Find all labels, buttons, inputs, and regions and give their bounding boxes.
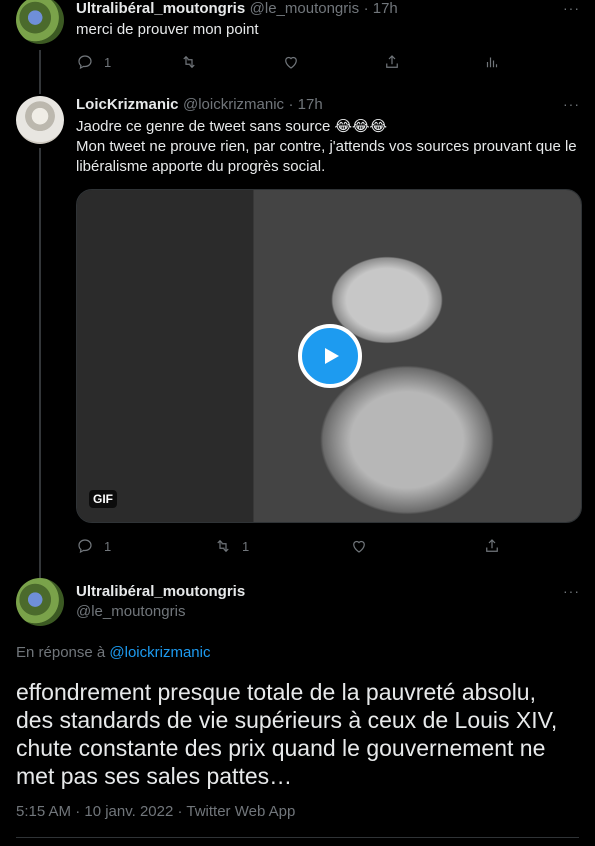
reply-count: 1	[104, 54, 112, 70]
retweet-icon	[183, 55, 195, 69]
reply-context: En réponse à @loickrizmanic	[16, 644, 210, 661]
play-icon	[325, 348, 339, 364]
share-icon	[386, 55, 398, 68]
share-icon	[486, 539, 498, 552]
more-options-button[interactable]: ···	[563, 96, 580, 112]
avatar[interactable]	[16, 578, 64, 626]
retweet-count: 1	[242, 538, 250, 554]
retweet-icon	[217, 539, 229, 553]
like-icon	[285, 56, 297, 69]
tweet-header: LoicKrizmanic @loickrizmanic · 17h	[76, 96, 323, 114]
reply-button[interactable]: 1	[76, 537, 111, 555]
author-handle[interactable]: @le_moutongris	[250, 0, 359, 17]
author-name[interactable]: Ultralibéral_moutongris	[76, 583, 245, 600]
tweet-header: Ultralibéral_moutongris @le_moutongris ·…	[76, 0, 398, 18]
more-options-button[interactable]: ···	[563, 0, 580, 16]
share-button[interactable]	[383, 53, 401, 71]
gif-badge: GIF	[89, 490, 117, 508]
tweet-text-line: Jaodre ce genre de tweet sans source 😂😂😂	[76, 118, 388, 135]
divider	[16, 837, 579, 838]
tweet-time[interactable]: · 17h	[289, 96, 323, 113]
author-handle[interactable]: @le_moutongris	[76, 603, 185, 620]
tweet-text-line: libéralisme apporte du progrès social.	[76, 158, 326, 175]
author-name[interactable]: LoicKrizmanic	[76, 96, 179, 113]
main-tweet-line: met pas ses sales pattes…	[16, 763, 293, 789]
reply-icon	[78, 539, 92, 554]
reply-to-link[interactable]: @loickrizmanic	[109, 644, 210, 661]
tweet-text: merci de prouver mon point	[76, 21, 259, 38]
tweet-text-line: Mon tweet ne prouve rien, par contre, j'…	[76, 138, 577, 155]
retweet-button[interactable]: 1	[214, 537, 249, 555]
avatar[interactable]	[16, 0, 64, 44]
like-icon	[353, 540, 365, 553]
gif-media[interactable]: GIF	[76, 189, 582, 523]
main-tweet-line: chute constante des prix quand le gouver…	[16, 735, 546, 761]
avatar[interactable]	[16, 96, 64, 144]
like-button[interactable]	[282, 53, 300, 71]
play-button[interactable]	[298, 324, 362, 388]
share-button[interactable]	[483, 537, 501, 555]
more-options-button[interactable]: ···	[563, 583, 580, 599]
tweet-time[interactable]: · 17h	[364, 0, 398, 17]
author-handle[interactable]: @loickrizmanic	[183, 96, 284, 113]
reply-button[interactable]: 1	[76, 53, 111, 71]
tweet-meta[interactable]: 5:15 AM · 10 janv. 2022 · Twitter Web Ap…	[16, 803, 295, 820]
analytics-button[interactable]	[483, 53, 501, 71]
reply-icon	[78, 55, 92, 70]
analytics-icon	[486, 57, 498, 68]
like-button[interactable]	[350, 537, 368, 555]
thread-line-top	[39, 50, 41, 94]
reply-prefix: En réponse à	[16, 644, 106, 661]
main-tweet-line: des standards de vie supérieurs à ceux d…	[16, 707, 558, 733]
thread-line-middle	[39, 148, 41, 578]
author-name[interactable]: Ultralibéral_moutongris	[76, 0, 245, 17]
tweet-text: Jaodre ce genre de tweet sans source 😂😂😂…	[76, 117, 586, 177]
main-tweet-text: effondrement presque totale de la pauvre…	[16, 678, 586, 790]
reply-count: 1	[104, 538, 112, 554]
retweet-button[interactable]	[180, 53, 198, 71]
main-tweet-line: effondrement presque totale de la pauvre…	[16, 679, 536, 705]
